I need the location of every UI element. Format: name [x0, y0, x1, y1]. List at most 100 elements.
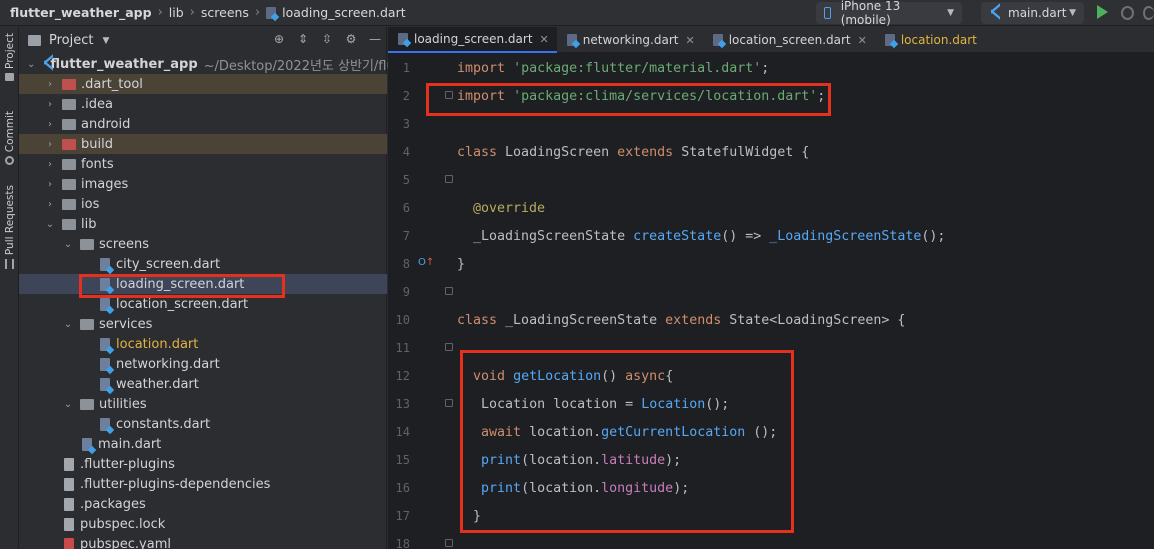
tab-networking[interactable]: networking.dart ✕	[557, 27, 703, 53]
tool-tab-pull-requests[interactable]: Pull Requests	[1, 185, 18, 270]
line-number: 12	[395, 369, 410, 383]
code-line-1[interactable]: import 'package:flutter/material.dart';	[457, 55, 769, 83]
tree-item-label: city_screen.dart	[116, 256, 221, 272]
tree-item-pubspec-lock[interactable]: pubspec.lock	[19, 514, 387, 534]
chevron-down-icon: ▼	[1069, 8, 1076, 18]
tool-tab-project[interactable]: Project	[1, 33, 18, 81]
code-line-14[interactable]: await location.getCurrentLocation ();	[457, 419, 777, 447]
tree-item-packages[interactable]: .packages	[19, 494, 387, 514]
tab-location[interactable]: location.dart	[875, 27, 985, 53]
dart-file-icon	[100, 297, 110, 311]
code-line-4[interactable]: class LoadingScreen extends StatefulWidg…	[457, 139, 809, 167]
chevron-down-icon: ⌄	[63, 398, 73, 410]
dart-file-icon	[398, 33, 408, 45]
tab-loading-screen[interactable]: loading_screen.dart ✕	[388, 27, 557, 53]
profile-icon[interactable]	[1143, 6, 1154, 20]
code-line-12[interactable]: void getLocation() async{	[457, 363, 673, 391]
code-token: print	[481, 481, 522, 496]
tree-item-label: android	[81, 116, 131, 132]
tree-item-location[interactable]: location.dart	[19, 334, 387, 354]
chevron-down-icon: ⌄	[63, 318, 73, 330]
run-config-selector[interactable]: main.dart ▼	[981, 2, 1084, 24]
tree-item-weather[interactable]: weather.dart	[19, 374, 387, 394]
tree-item-lib[interactable]: ⌄ lib	[19, 214, 387, 234]
tree-item-location-screen[interactable]: location_screen.dart	[19, 294, 387, 314]
breadcrumb-file[interactable]: loading_screen.dart	[282, 5, 405, 20]
breadcrumb-lib[interactable]: lib	[169, 5, 184, 20]
minimize-icon[interactable]: —	[368, 32, 382, 46]
chevron-right-icon: ›	[189, 5, 195, 20]
fold-marker-icon[interactable]	[445, 91, 453, 99]
breadcrumb-screens[interactable]: screens	[201, 5, 249, 20]
tree-item-pubspec-yaml[interactable]: pubspec.yaml	[19, 534, 387, 549]
device-selector[interactable]: iPhone 13 (mobile) ▼	[816, 0, 962, 27]
line-number: 18	[395, 537, 410, 549]
code-line-8[interactable]: }	[457, 251, 465, 279]
dart-file-icon	[566, 34, 577, 46]
tree-item-constants[interactable]: constants.dart	[19, 414, 387, 434]
code-line-6[interactable]: @override	[457, 195, 545, 223]
code-line-7[interactable]: _LoadingScreenState createState() => _Lo…	[457, 223, 945, 251]
tool-tab-commit[interactable]: Commit	[1, 111, 18, 166]
chevron-down-icon: ⌄	[45, 218, 55, 230]
fold-marker-icon[interactable]	[445, 175, 453, 183]
expand-all-icon[interactable]: ⇕	[296, 32, 310, 46]
tree-item-label: pubspec.yaml	[80, 536, 171, 549]
close-icon[interactable]: ✕	[540, 33, 549, 46]
bug-icon[interactable]	[1121, 6, 1134, 20]
folder-icon	[62, 198, 76, 210]
code-line-15[interactable]: print(location.latitude);	[457, 447, 681, 475]
tree-item-screens[interactable]: ⌄ screens	[19, 234, 387, 254]
collapse-all-icon[interactable]: ⇳	[320, 32, 334, 46]
locate-icon[interactable]: ⊕	[272, 32, 286, 46]
tree-item-build[interactable]: › build	[19, 134, 387, 154]
chevron-right-icon: ›	[48, 98, 52, 110]
tree-item-idea[interactable]: › .idea	[19, 94, 387, 114]
code-token: createState	[633, 229, 722, 244]
tree-item-loading-screen[interactable]: loading_screen.dart	[19, 274, 387, 294]
code-token: ;	[761, 61, 770, 76]
tab-location-screen[interactable]: location_screen.dart ✕	[703, 27, 875, 53]
tree-item-android[interactable]: › android	[19, 114, 387, 134]
gear-icon[interactable]: ⚙	[344, 32, 358, 46]
close-icon[interactable]: ✕	[685, 34, 694, 47]
tree-root[interactable]: ⌄ flutter_weather_app ~/Desktop/2022년도 상…	[19, 54, 405, 74]
code-token: (location.	[521, 453, 602, 468]
tree-item-flutter-plugins[interactable]: .flutter-plugins	[19, 454, 387, 474]
code-token: {	[897, 313, 906, 328]
tree-item-flutter-plugins-dependencies[interactable]: .flutter-plugins-dependencies	[19, 474, 387, 494]
tab-label: location.dart	[900, 33, 977, 47]
close-icon[interactable]: ✕	[858, 34, 867, 47]
tree-item-networking[interactable]: networking.dart	[19, 354, 387, 374]
tree-item-label: networking.dart	[116, 356, 220, 372]
folder-icon	[62, 138, 76, 150]
fold-marker-icon[interactable]	[445, 399, 453, 407]
tree-item-city-screen[interactable]: city_screen.dart	[19, 254, 387, 274]
tree-item-dart-tool[interactable]: › .dart_tool	[19, 74, 387, 94]
code-line-2[interactable]: import 'package:clima/services/location.…	[457, 83, 825, 111]
dart-file-icon	[100, 337, 110, 351]
code-line-16[interactable]: print(location.longitude);	[457, 475, 689, 503]
tree-item-services[interactable]: ⌄ services	[19, 314, 387, 334]
pull-request-icon	[5, 259, 14, 270]
play-icon[interactable]	[1097, 5, 1108, 19]
folder-icon	[62, 78, 76, 90]
line-number: 5	[402, 173, 410, 187]
project-panel-header[interactable]: Project ▼ ⊕ ⇕ ⇳ ⚙ —	[19, 27, 386, 54]
override-icon[interactable]: O↑	[418, 257, 434, 268]
tree-item-utilities[interactable]: ⌄ utilities	[19, 394, 387, 414]
tree-item-ios[interactable]: › ios	[19, 194, 387, 214]
code-token: 'package:clima/services/location.dart'	[513, 89, 818, 104]
tree-item-main[interactable]: main.dart	[19, 434, 387, 454]
fold-marker-icon[interactable]	[445, 343, 453, 351]
breadcrumb-project[interactable]: flutter_weather_app	[10, 5, 152, 20]
code-line-13[interactable]: Location location = Location();	[457, 391, 729, 419]
tree-item-fonts[interactable]: › fonts	[19, 154, 387, 174]
fold-marker-icon[interactable]	[445, 539, 453, 547]
code-token: import	[457, 89, 506, 104]
code-line-17[interactable]: }	[457, 503, 481, 531]
tree-item-images[interactable]: › images	[19, 174, 387, 194]
fold-marker-icon[interactable]	[445, 287, 453, 295]
code-line-10[interactable]: class _LoadingScreenState extends State<…	[457, 307, 905, 335]
code-token: await	[481, 425, 522, 440]
